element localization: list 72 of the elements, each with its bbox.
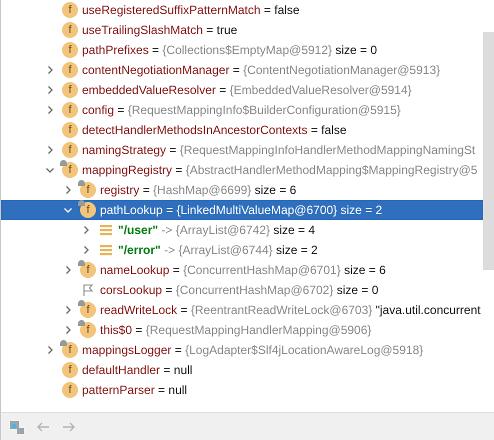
field-icon: f	[62, 122, 78, 138]
pin-icon	[60, 340, 67, 346]
field-icon: f	[80, 262, 96, 278]
field-icon: f	[62, 382, 78, 398]
list-icon	[99, 223, 113, 237]
variable-text: useRegisteredSuffixPatternMatch = false	[82, 2, 300, 19]
field-icon: f	[80, 322, 96, 338]
variable-text: this$0 = {RequestMappingHandlerMapping@5906}	[100, 322, 372, 339]
tree-row[interactable]: f pathPrefixes = {Collections$EmptyMap@5912} size = 0	[1, 40, 483, 60]
variable-text: namingStrategy = {RequestMappingInfoHandlerMethodMappingNamingSt	[82, 142, 476, 159]
field-icon: f	[62, 342, 78, 358]
variable-text: patternParser = null	[82, 382, 188, 399]
pin-icon	[78, 260, 85, 266]
field-icon: f	[62, 362, 78, 378]
tree-row[interactable]: f readWriteLock = {ReentrantReadWriteLock@6703} "java.util.concurrent	[1, 300, 483, 320]
variable-text: registry = {HashMap@6699} size = 6	[100, 182, 296, 199]
tree-row[interactable]: f contentNegotiationManager = {ContentNegotiationManager@5913}	[1, 60, 483, 80]
list-icon	[99, 243, 113, 257]
tree-row[interactable]: f useTrailingSlashMatch = true	[1, 20, 483, 40]
tree-row[interactable]: f mappingRegistry = {AbstractHandlerMethodMapping$MappingRegistry@5	[1, 160, 483, 180]
field-icon: f	[62, 62, 78, 78]
variable-text: nameLookup = {ConcurrentHashMap@6701} size = 6	[100, 262, 386, 279]
field-icon: f	[62, 162, 78, 178]
pin-icon	[60, 160, 67, 166]
variable-text: corsLookup = {ConcurrentHashMap@6702} size = 0	[100, 282, 378, 299]
tree-row[interactable]: "/error" -> {ArrayList@6744} size = 2	[1, 240, 483, 260]
field-icon: f	[62, 2, 78, 18]
chevron-right-icon[interactable]	[63, 185, 73, 195]
field-icon: f	[62, 142, 78, 158]
tree-row[interactable]: "/user" -> {ArrayList@6742} size = 4	[1, 220, 483, 240]
field-icon: f	[62, 102, 78, 118]
tree-row[interactable]: corsLookup = {ConcurrentHashMap@6702} size = 0	[1, 280, 483, 300]
variable-text: pathLookup = {LinkedMultiValueMap@6700} size = 2	[100, 202, 382, 219]
pin-icon	[78, 320, 85, 326]
tree-row[interactable]: f pathLookup = {LinkedMultiValueMap@6700} size = 2	[1, 200, 483, 220]
flag-icon	[81, 283, 95, 297]
tree-row[interactable]: f useRegisteredSuffixPatternMatch = false	[1, 0, 483, 20]
variable-text: mappingRegistry = {AbstractHandlerMethodMapping$MappingRegistry@5	[82, 162, 478, 179]
tree-row[interactable]: f config = {RequestMappingInfo$BuilderConfiguration@5915}	[1, 100, 483, 120]
scrollbar-thumb[interactable]	[483, 32, 494, 270]
field-icon: f	[62, 42, 78, 58]
variable-text: contentNegotiationManager = {ContentNegotiationManager@5913}	[82, 62, 440, 79]
field-icon: f	[80, 182, 96, 198]
chevron-down-icon[interactable]	[45, 165, 55, 175]
pin-icon	[78, 180, 85, 186]
tree-row[interactable]: f registry = {HashMap@6699} size = 6	[1, 180, 483, 200]
variable-text: useTrailingSlashMatch = true	[82, 22, 238, 39]
field-icon: f	[62, 22, 78, 38]
variable-text: readWriteLock = {ReentrantReadWriteLock@6703} "java.util.concurrent	[100, 302, 481, 319]
tree-row[interactable]: f defaultHandler = null	[1, 360, 483, 380]
variable-text: defaultHandler = null	[82, 362, 192, 379]
variable-text: embeddedValueResolver = {EmbeddedValueResolver@5914}	[82, 82, 412, 99]
tree-row[interactable]: f embeddedValueResolver = {EmbeddedValueResolver@5914}	[1, 80, 483, 100]
variable-text: pathPrefixes = {Collections$EmptyMap@5912} size = 0	[82, 42, 378, 59]
tree-row[interactable]: f detectHandlerMethodsInAncestorContexts = false	[1, 120, 483, 140]
tree-row[interactable]: f patternParser = null	[1, 380, 483, 400]
tree-row[interactable]: f nameLookup = {ConcurrentHashMap@6701} size = 6	[1, 260, 483, 280]
field-icon: f	[62, 82, 78, 98]
variable-text: "/user" -> {ArrayList@6742} size = 4	[118, 222, 316, 239]
variable-text: detectHandlerMethodsInAncestorContexts = false	[82, 122, 347, 139]
pin-icon	[78, 200, 85, 206]
chevron-right-icon[interactable]	[45, 145, 55, 155]
field-icon: f	[80, 302, 96, 318]
variable-text: "/error" -> {ArrayList@6744} size = 2	[118, 242, 318, 259]
tree-row[interactable]: f namingStrategy = {RequestMappingInfoHandlerMethodMappingNamingSt	[1, 140, 483, 160]
variable-text: config = {RequestMappingInfo$BuilderConfiguration@5915}	[82, 102, 401, 119]
pin-icon	[78, 300, 85, 306]
tree-row[interactable]: f mappingsLogger = {LogAdapter$Slf4jLocationAwareLog@5918}	[1, 340, 483, 360]
field-icon: f	[80, 202, 96, 218]
chevron-down-icon[interactable]	[63, 205, 73, 215]
variable-text: mappingsLogger = {LogAdapter$Slf4jLocationAwareLog@5918}	[82, 342, 424, 359]
tree-row[interactable]: f this$0 = {RequestMappingHandlerMapping@5906}	[1, 320, 483, 340]
